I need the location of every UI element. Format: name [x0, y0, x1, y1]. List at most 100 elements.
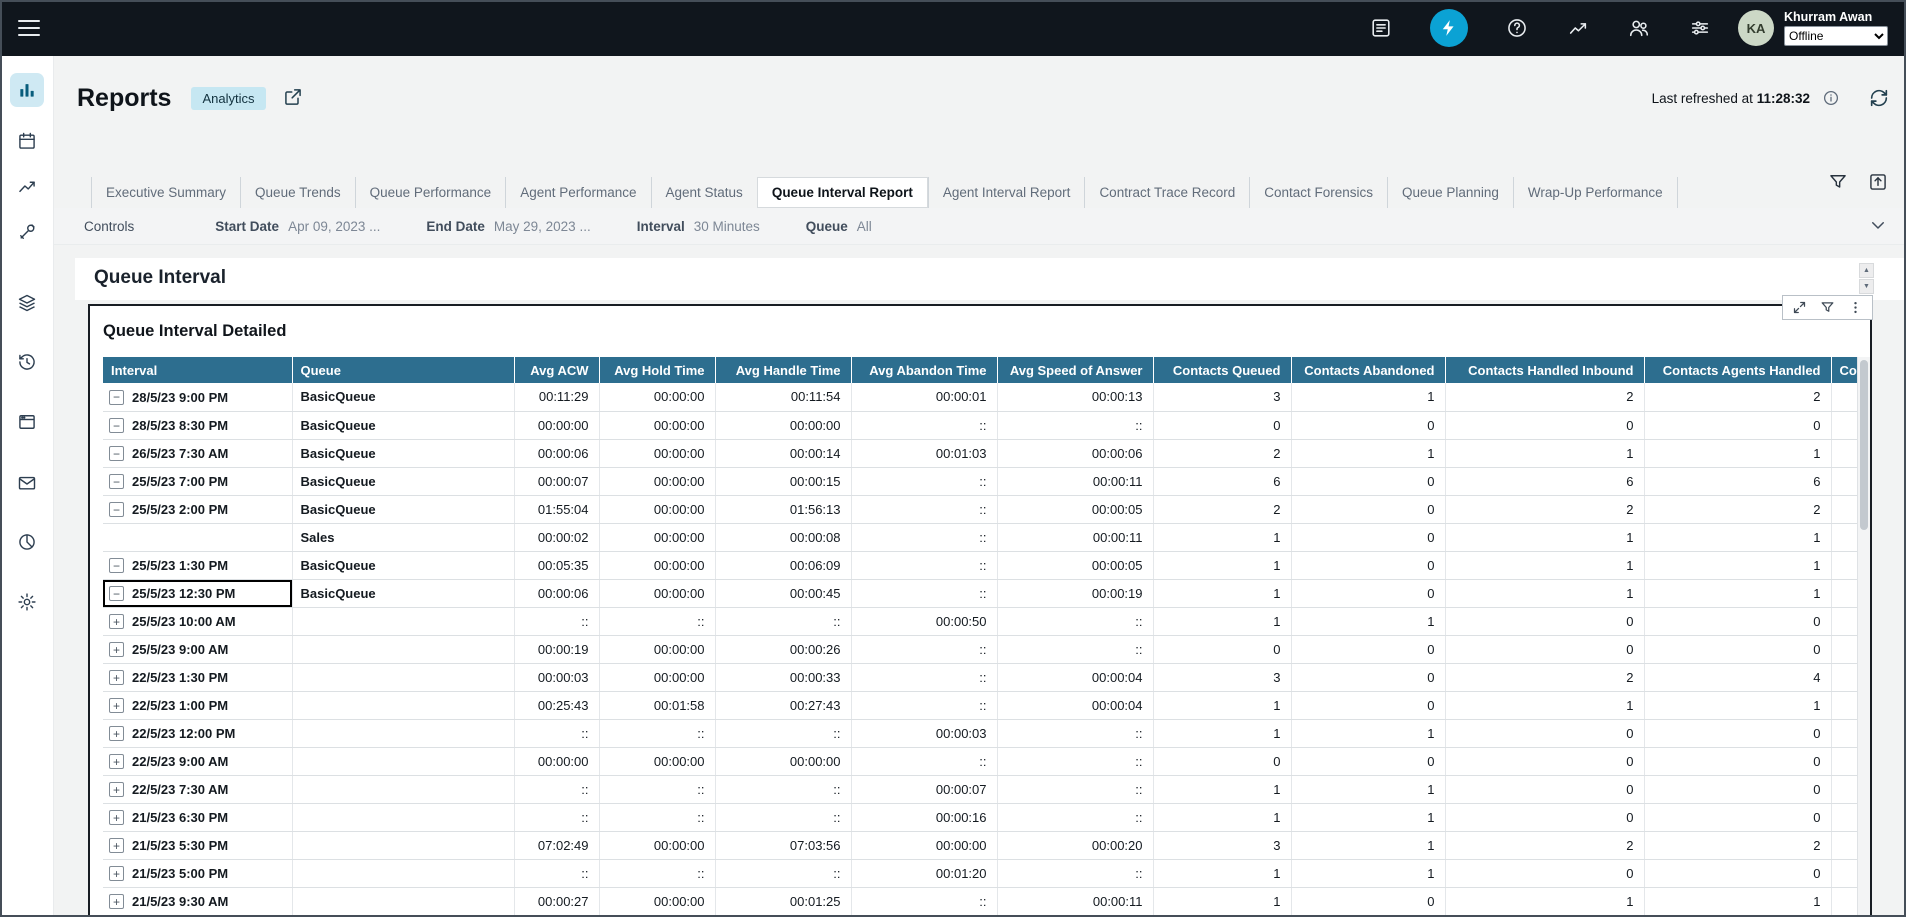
hamburger-menu-icon[interactable]: [18, 20, 40, 36]
column-header-contacts-handled-inbound[interactable]: Contacts Handled Inbound: [1445, 357, 1644, 383]
queue-cell[interactable]: [292, 831, 514, 859]
scrollbar-thumb[interactable]: [1860, 360, 1868, 530]
column-header-avg-speed-of-answer[interactable]: Avg Speed of Answer: [997, 357, 1153, 383]
queue-cell[interactable]: [292, 635, 514, 663]
external-link-icon[interactable]: [282, 87, 304, 109]
info-icon[interactable]: [1822, 89, 1840, 107]
sidebar-item-email[interactable]: [10, 466, 44, 500]
start-date-value[interactable]: Apr 09, 2023 ...: [288, 219, 380, 234]
sidebar-item-tools[interactable]: [10, 215, 44, 249]
column-header-avg-hold-time[interactable]: Avg Hold Time: [599, 357, 715, 383]
interval-cell[interactable]: −25/5/23 7:00 PM: [103, 467, 292, 495]
interval-cell[interactable]: +25/5/23 10:00 AM: [103, 607, 292, 635]
availability-status-select[interactable]: Offline: [1784, 26, 1888, 46]
expand-icon[interactable]: +: [109, 698, 124, 713]
tab-queue-performance[interactable]: Queue Performance: [355, 177, 506, 208]
queue-cell[interactable]: [292, 775, 514, 803]
scroll-up-icon[interactable]: ▲: [1859, 263, 1874, 278]
queue-value[interactable]: All: [857, 219, 872, 234]
tab-wrap-up-performance[interactable]: Wrap-Up Performance: [1513, 177, 1678, 208]
interval-cell[interactable]: +22/5/23 1:00 PM: [103, 691, 292, 719]
column-header-queue[interactable]: Queue: [292, 357, 514, 383]
interval-cell[interactable]: −28/5/23 9:00 PM: [103, 383, 292, 411]
line-chart-icon[interactable]: [1566, 16, 1590, 40]
expand-icon[interactable]: +: [109, 642, 124, 657]
interval-cell[interactable]: +21/5/23 5:30 PM: [103, 831, 292, 859]
interval-cell[interactable]: +21/5/23 9:30 AM: [103, 887, 292, 915]
queue-cell[interactable]: BasicQueue: [292, 411, 514, 439]
control-end-date[interactable]: End Date May 29, 2023 ...: [426, 219, 590, 234]
tab-queue-trends[interactable]: Queue Trends: [240, 177, 355, 208]
collapse-icon[interactable]: −: [109, 446, 124, 461]
column-header-avg-handle-time[interactable]: Avg Handle Time: [715, 357, 851, 383]
sliders-icon[interactable]: [1688, 16, 1712, 40]
interval-cell[interactable]: −25/5/23 12:30 PM: [103, 579, 292, 607]
queue-cell[interactable]: BasicQueue: [292, 467, 514, 495]
tab-queue-interval-report[interactable]: Queue Interval Report: [757, 177, 928, 208]
queue-cell[interactable]: [292, 663, 514, 691]
queue-cell[interactable]: [292, 747, 514, 775]
users-icon[interactable]: [1627, 16, 1651, 40]
collapse-icon[interactable]: −: [109, 586, 124, 601]
tab-agent-performance[interactable]: Agent Performance: [505, 177, 650, 208]
sidebar-item-reports[interactable]: [10, 73, 44, 107]
queue-cell[interactable]: BasicQueue: [292, 495, 514, 523]
queue-cell[interactable]: BasicQueue: [292, 383, 514, 411]
tab-contact-forensics[interactable]: Contact Forensics: [1249, 177, 1387, 208]
refresh-icon[interactable]: [1868, 87, 1890, 109]
expand-icon[interactable]: +: [109, 670, 124, 685]
sidebar-item-browser[interactable]: [10, 405, 44, 439]
sidebar-item-contact-analytics[interactable]: [10, 525, 44, 559]
queue-cell[interactable]: [292, 719, 514, 747]
control-queue[interactable]: Queue All: [806, 219, 872, 234]
interval-cell[interactable]: [103, 523, 292, 551]
queue-cell[interactable]: [292, 691, 514, 719]
interval-cell[interactable]: −25/5/23 1:30 PM: [103, 551, 292, 579]
help-icon[interactable]: [1505, 16, 1529, 40]
interval-cell[interactable]: −28/5/23 8:30 PM: [103, 411, 292, 439]
column-header-avg-acw[interactable]: Avg ACW: [514, 357, 599, 383]
queue-cell[interactable]: [292, 887, 514, 915]
interval-cell[interactable]: +22/5/23 1:30 PM: [103, 663, 292, 691]
expand-icon[interactable]: +: [109, 894, 124, 909]
chevron-down-icon[interactable]: [1868, 216, 1888, 236]
filter-icon[interactable]: [1828, 172, 1848, 192]
notes-icon[interactable]: [1369, 16, 1393, 40]
expand-icon[interactable]: +: [109, 782, 124, 797]
scroll-down-icon[interactable]: ▼: [1859, 279, 1874, 294]
queue-cell[interactable]: BasicQueue: [292, 439, 514, 467]
queue-cell[interactable]: [292, 859, 514, 887]
sidebar-item-settings[interactable]: [10, 585, 44, 619]
queue-cell[interactable]: [292, 803, 514, 831]
sidebar-item-history[interactable]: [10, 345, 44, 379]
expand-icon[interactable]: +: [109, 866, 124, 881]
lightning-icon[interactable]: [1430, 9, 1468, 47]
kebab-menu-icon[interactable]: [1848, 300, 1863, 315]
expand-icon[interactable]: +: [109, 810, 124, 825]
queue-cell[interactable]: BasicQueue: [292, 579, 514, 607]
interval-cell[interactable]: +22/5/23 12:00 PM: [103, 719, 292, 747]
interval-cell[interactable]: +21/5/23 6:30 PM: [103, 803, 292, 831]
interval-cell[interactable]: +21/5/23 5:00 PM: [103, 859, 292, 887]
column-header-avg-abandon-time[interactable]: Avg Abandon Time: [851, 357, 997, 383]
column-header-co[interactable]: Co: [1831, 357, 1860, 383]
expand-icon[interactable]: +: [109, 726, 124, 741]
filter-icon[interactable]: [1820, 300, 1835, 315]
control-start-date[interactable]: Start Date Apr 09, 2023 ...: [215, 219, 380, 234]
avatar[interactable]: KA: [1738, 10, 1774, 46]
tab-queue-planning[interactable]: Queue Planning: [1387, 177, 1513, 208]
sidebar-item-calendar[interactable]: [10, 124, 44, 158]
interval-cell[interactable]: +22/5/23 7:30 AM: [103, 775, 292, 803]
collapse-icon[interactable]: −: [109, 558, 124, 573]
collapse-icon[interactable]: −: [109, 474, 124, 489]
column-header-contacts-agents-handled[interactable]: Contacts Agents Handled: [1644, 357, 1831, 383]
column-header-contacts-abandoned[interactable]: Contacts Abandoned: [1291, 357, 1445, 383]
expand-icon[interactable]: +: [109, 838, 124, 853]
interval-cell[interactable]: +22/5/23 9:00 AM: [103, 747, 292, 775]
expand-icon[interactable]: +: [109, 614, 124, 629]
control-interval[interactable]: Interval 30 Minutes: [637, 219, 760, 234]
queue-cell[interactable]: BasicQueue: [292, 551, 514, 579]
expand-icon[interactable]: +: [109, 754, 124, 769]
tab-executive-summary[interactable]: Executive Summary: [91, 177, 240, 208]
interval-cell[interactable]: +25/5/23 9:00 AM: [103, 635, 292, 663]
